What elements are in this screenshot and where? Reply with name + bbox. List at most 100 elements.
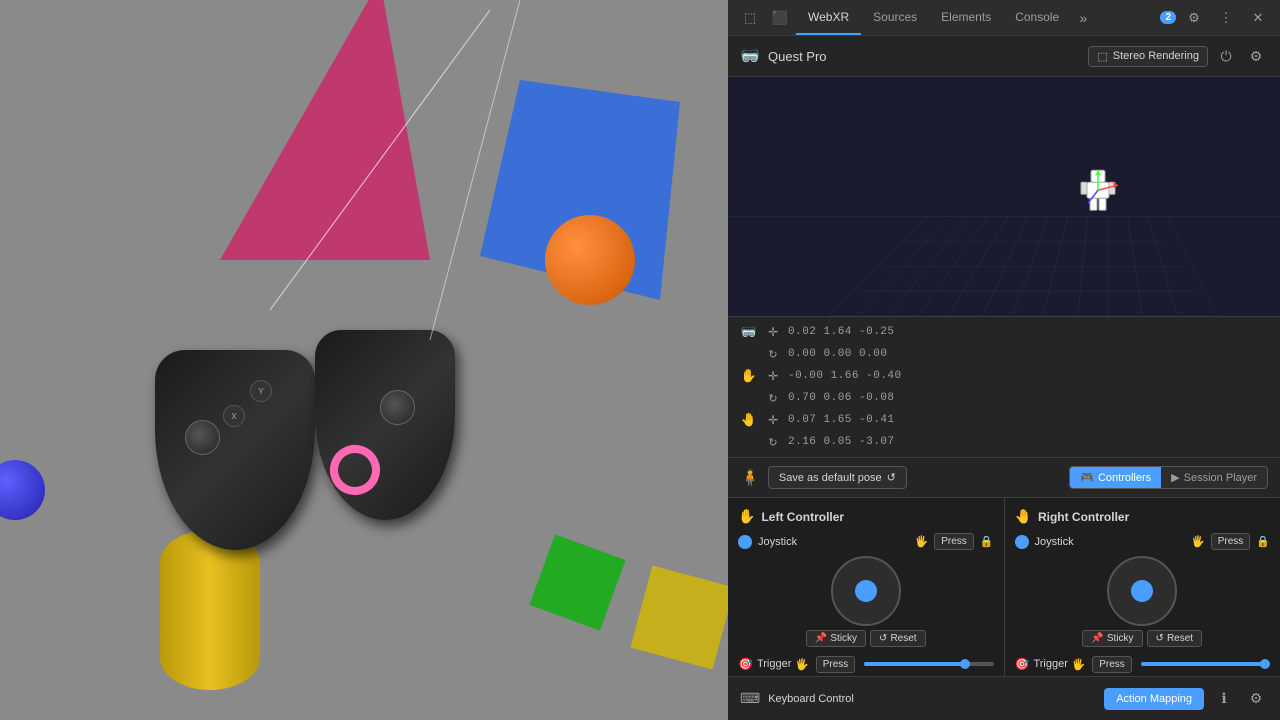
left-controller-body: Y X: [155, 350, 315, 550]
pos-icon-2: ✛: [764, 369, 782, 383]
keyboard-control-label: Keyboard Control: [768, 693, 928, 705]
left-joystick-dot: [855, 580, 877, 602]
right-joystick-lock-icon[interactable]: 🔒: [1256, 535, 1270, 548]
right-joystick-label: Joystick: [1035, 536, 1186, 548]
pose-row-lhand-rot: ↻ 0.70 0.06 -0.08: [728, 387, 1280, 409]
pose-person-icon: 🧍: [740, 468, 760, 488]
left-joystick-pad-container: 📌 Sticky ↺ Reset: [738, 556, 994, 647]
left-reset-label: Reset: [890, 633, 916, 644]
left-controller-icon: ✋: [738, 508, 755, 525]
right-sticky-label: Sticky: [1107, 633, 1134, 644]
left-joystick-lock-icon[interactable]: 🔒: [980, 535, 994, 548]
mode-toggle: 🎮 Controllers ▶ Session Player: [1069, 466, 1268, 489]
devtools-dock-btn[interactable]: ⬚: [736, 4, 764, 32]
right-joystick-actions: 📌 Sticky ↺ Reset: [1082, 630, 1202, 647]
right-joystick-press-btn[interactable]: Press: [1211, 533, 1251, 550]
controller-visual: Y X: [155, 310, 475, 670]
left-joystick-actions: 📌 Sticky ↺ Reset: [806, 630, 926, 647]
left-sticky-btn[interactable]: 📌 Sticky: [806, 630, 866, 647]
right-trigger-press-btn[interactable]: Press: [1092, 656, 1132, 673]
tab-elements[interactable]: Elements: [929, 0, 1003, 35]
xr-device-header: 🥽 Quest Pro ⬚ Stereo Rendering ⏻ ⚙: [728, 36, 1280, 77]
controls-toolbar: 🧍 Save as default pose ↺ 🎮 Controllers ▶…: [728, 458, 1280, 498]
right-sticky-btn[interactable]: 📌 Sticky: [1082, 630, 1142, 647]
action-settings-btn[interactable]: ⚙: [1244, 687, 1268, 711]
pose-data-section: 🥽 ✛ 0.02 1.64 -0.25 ↻ 0.00 0.00 0.00 ✋ ✛: [728, 317, 1280, 458]
right-controller-title: 🤚 Right Controller: [1015, 508, 1271, 525]
right-trigger-label: 🎯 Trigger: [1015, 657, 1067, 671]
tab-webxr[interactable]: WebXR: [796, 0, 861, 35]
vr-headset-icon: 🥽: [740, 46, 760, 66]
rot-icon-3: ↻: [764, 436, 782, 449]
left-joystick-press-btn[interactable]: Press: [934, 533, 974, 550]
right-controller-label: Right Controller: [1038, 510, 1129, 524]
shape-yellow-box: [630, 565, 728, 669]
shape-blue-sphere: [0, 460, 45, 520]
scene-shapes: Y X: [0, 0, 728, 720]
tab-sources[interactable]: Sources: [861, 0, 929, 35]
devtools-more-btn[interactable]: ⋮: [1212, 4, 1240, 32]
webxr-content: 🥽 Quest Pro ⬚ Stereo Rendering ⏻ ⚙: [728, 36, 1280, 720]
lhand-rot-values: 0.70 0.06 -0.08: [788, 392, 895, 404]
hmd-rot-values: 0.00 0.00 0.00: [788, 348, 887, 360]
left-sticky-label: Sticky: [830, 633, 857, 644]
devtools-tabs: WebXR Sources Elements Console »: [796, 0, 1095, 35]
pose-row-hmd-pos: 🥽 ✛ 0.02 1.64 -0.25: [728, 321, 1280, 343]
right-controller-body: [315, 330, 455, 520]
xr-settings-btn[interactable]: ⚙: [1244, 44, 1268, 68]
left-trigger-slider[interactable]: [864, 662, 993, 666]
left-joystick-pad[interactable]: [831, 556, 901, 626]
left-trigger-row: 🎯 Trigger 🖐 Press: [738, 653, 994, 675]
right-reset-btn[interactable]: ↺ Reset: [1147, 630, 1203, 647]
more-tabs-btn[interactable]: »: [1071, 6, 1095, 30]
pose-row-rhand-pos: 🤚 ✛ 0.07 1.65 -0.41: [728, 409, 1280, 431]
left-joystick-row: Joystick 🖐 Press 🔒: [738, 533, 994, 550]
tab-console[interactable]: Console: [1003, 0, 1071, 35]
devtools-settings-btn[interactable]: ⚙: [1180, 4, 1208, 32]
xr-power-btn[interactable]: ⏻: [1214, 44, 1238, 68]
left-trigger-press-btn[interactable]: Press: [816, 656, 856, 673]
keyboard-icon: ⌨: [740, 690, 760, 707]
left-reset-icon: ↺: [879, 633, 887, 644]
right-trigger-slider[interactable]: [1141, 662, 1270, 666]
devtools-close-btn[interactable]: ✕: [1244, 4, 1272, 32]
right-sticky-icon: 📌: [1091, 633, 1103, 644]
left-trigger-hand-icon: 🖐: [795, 658, 809, 671]
action-mapping-btn[interactable]: Action Mapping: [1104, 688, 1204, 710]
pose-row-rhand-rot: ↻ 2.16 0.05 -3.07: [728, 431, 1280, 453]
right-joystick-dot: [1131, 580, 1153, 602]
save-pose-btn[interactable]: Save as default pose ↺: [768, 466, 907, 489]
shape-green-box: [529, 534, 625, 630]
left-trigger-icon: 🎯: [738, 657, 753, 671]
right-joystick-pad-container: 📌 Sticky ↺ Reset: [1015, 556, 1271, 647]
stereo-label: Stereo Rendering: [1113, 50, 1199, 62]
thumbstick-visual: [185, 420, 220, 455]
topbar-right: 2 ⚙ ⋮ ✕: [1160, 4, 1272, 32]
lhand-icon: ✋: [740, 368, 758, 384]
session-player-label: Session Player: [1184, 472, 1257, 484]
left-controller-title: ✋ Left Controller: [738, 508, 994, 525]
right-joystick-pad[interactable]: [1107, 556, 1177, 626]
rhand-pos-values: 0.07 1.65 -0.41: [788, 414, 895, 426]
session-player-mode-btn[interactable]: ▶ Session Player: [1161, 467, 1267, 488]
save-pose-reset-icon: ↺: [887, 471, 896, 484]
left-controller-panel: ✋ Left Controller Joystick 🖐 Press 🔒: [728, 498, 1005, 676]
controllers-mode-btn[interactable]: 🎮 Controllers: [1070, 467, 1161, 488]
action-info-btn[interactable]: ℹ: [1212, 687, 1236, 711]
shape-magenta-triangle: [220, 0, 430, 260]
right-reset-icon: ↺: [1156, 633, 1164, 644]
rhand-icon: 🤚: [740, 412, 758, 428]
left-reset-btn[interactable]: ↺ Reset: [870, 630, 926, 647]
right-trigger-hand-icon: 🖐: [1072, 658, 1086, 671]
devtools-undock-btn[interactable]: ⬛: [766, 4, 794, 32]
shape-orange-sphere: [545, 215, 635, 305]
left-joystick-indicator: [738, 535, 752, 549]
stereo-rendering-btn[interactable]: ⬚ Stereo Rendering: [1088, 46, 1208, 67]
controllers-icon: 🎮: [1080, 471, 1094, 484]
right-trigger-text: Trigger: [1033, 658, 1067, 670]
stereo-icon: ⬚: [1097, 50, 1107, 63]
right-joystick-row: Joystick 🖐 Press 🔒: [1015, 533, 1271, 550]
right-controller-panel: 🤚 Right Controller Joystick 🖐 Press 🔒: [1005, 498, 1280, 676]
pose-row-hmd-rot: ↻ 0.00 0.00 0.00: [728, 343, 1280, 365]
scene-panel: Y X: [0, 0, 728, 720]
